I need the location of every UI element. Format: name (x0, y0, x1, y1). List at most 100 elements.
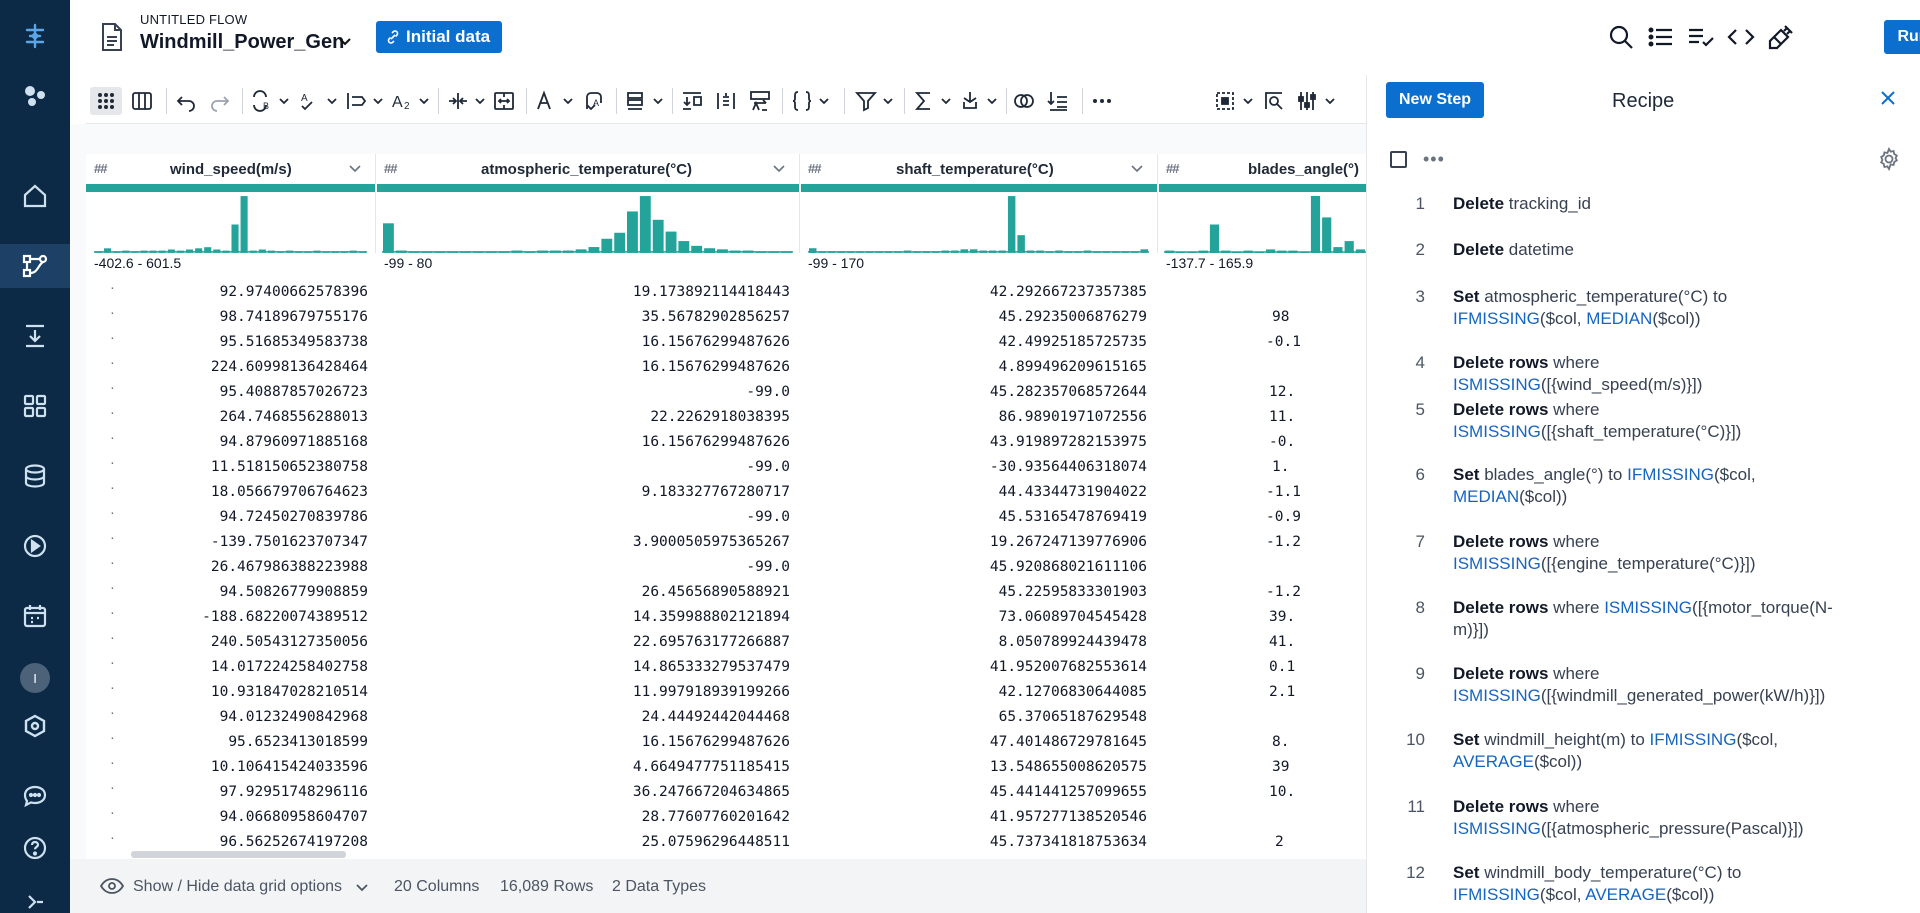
table-cell[interactable]: 19.267247139776906 (800, 534, 1147, 550)
histogram-bar[interactable] (1310, 196, 1321, 253)
histogram-bar[interactable] (827, 251, 836, 253)
chevron-down-icon[interactable] (771, 160, 787, 176)
column-header-wind-speed[interactable]: ## wind_speed(m/s) (86, 154, 376, 184)
histogram-bar[interactable] (1102, 251, 1111, 253)
unpivot-icon[interactable] (714, 87, 738, 115)
undo-icon[interactable] (174, 87, 198, 115)
histogram-bar[interactable] (865, 251, 874, 253)
column-header-shaft-temperature[interactable]: ## shaft_temperature(°C) (800, 154, 1158, 184)
table-cell[interactable]: 95.6523413018599 (86, 734, 368, 750)
histogram-bar[interactable] (941, 250, 950, 253)
table-cell[interactable]: 0.1 (1269, 659, 1349, 675)
table-row[interactable]: · 18.056679706764623 9.183327767280717 44.4… (86, 480, 1366, 505)
chevron-down-icon[interactable] (1129, 160, 1145, 176)
histogram-bar[interactable] (549, 250, 561, 253)
chevron-down-icon[interactable] (347, 160, 363, 176)
histogram-bar[interactable] (1112, 251, 1120, 253)
avatar[interactable]: I (20, 663, 50, 693)
table-cell[interactable]: 11.518150652380758 (86, 459, 368, 475)
histogram-bar[interactable] (652, 219, 664, 253)
table-row[interactable]: · 94.72450270839786 -99.0 45.53165478769419… (86, 505, 1366, 530)
histogram[interactable] (86, 192, 376, 253)
table-cell[interactable]: 18.056679706764623 (86, 484, 368, 500)
histogram-bar[interactable] (1187, 251, 1197, 254)
histogram-bar[interactable] (894, 251, 902, 253)
table-row[interactable]: · 10.931847028210514 11.997918939199266 42.… (86, 680, 1366, 705)
table-cell[interactable]: 45.53165478769419 (800, 509, 1147, 525)
table-row[interactable]: · 94.06680958604707 28.77607760201642 41.95… (86, 805, 1366, 830)
table-cell[interactable]: 10.931847028210514 (86, 684, 368, 700)
histogram-bar[interactable] (524, 251, 536, 253)
table-row[interactable]: · 98.74189679755176 35.56782902856257 45.29… (86, 305, 1366, 330)
histogram-bar[interactable] (408, 251, 420, 253)
histogram-bar[interactable] (1017, 235, 1025, 253)
table-cell[interactable]: 10.106415424033596 (86, 759, 368, 775)
text-case-icon[interactable]: A2 (390, 87, 430, 115)
lookup-icon[interactable] (1046, 87, 1070, 115)
histogram-bar[interactable] (122, 250, 130, 253)
histogram-bar[interactable] (970, 249, 978, 253)
split-column-icon[interactable] (446, 87, 486, 115)
histogram-bar[interactable] (340, 251, 348, 253)
histogram-bar[interactable] (716, 249, 728, 253)
histogram-bar[interactable] (1232, 251, 1242, 254)
logo-icon[interactable] (0, 14, 70, 58)
aggregate-rows-icon[interactable] (624, 87, 664, 115)
chevron-down-icon[interactable] (336, 33, 354, 51)
histogram-bar[interactable] (104, 248, 112, 253)
union-icon[interactable] (1012, 87, 1036, 115)
table-cell[interactable]: 4.899496209615165 (800, 359, 1147, 375)
histogram-bar[interactable] (231, 224, 239, 253)
table-cell[interactable]: 39. (1269, 609, 1349, 625)
histogram-bar[interactable] (588, 247, 600, 253)
run-button[interactable]: Run (1884, 20, 1920, 54)
table-cell[interactable]: 45.29235006876279 (800, 309, 1147, 325)
table-row[interactable]: · 224.60998136428464 16.15676299487626 4.89… (86, 355, 1366, 380)
histogram-bar[interactable] (704, 248, 715, 253)
table-cell[interactable]: 95.51685349583738 (86, 334, 368, 350)
table-cell[interactable]: 9.183327767280717 (376, 484, 790, 500)
table-cell[interactable]: 94.06680958604707 (86, 809, 368, 825)
histogram-bar[interactable] (808, 248, 817, 253)
table-row[interactable]: · 14.017224258402758 14.865333279537479 41.… (86, 655, 1366, 680)
gear-icon[interactable] (1877, 147, 1901, 171)
histogram[interactable] (800, 192, 1158, 253)
histogram-bar[interactable] (691, 245, 703, 253)
histogram-bar[interactable] (1299, 251, 1309, 254)
histogram-bar[interactable] (286, 250, 294, 253)
table-cell[interactable]: 45.22595833301903 (800, 584, 1147, 600)
histogram-bar[interactable] (1121, 251, 1130, 253)
histogram-bar[interactable] (922, 251, 931, 253)
histogram-bar[interactable] (1165, 250, 1175, 253)
table-cell[interactable]: -188.68220074389512 (86, 609, 368, 625)
table-cell[interactable]: 96.56252674197208 (86, 834, 368, 850)
histogram-bar[interactable] (575, 249, 587, 253)
histogram-bar[interactable] (1344, 241, 1354, 253)
table-cell[interactable]: 16.15676299487626 (376, 359, 790, 375)
horizontal-scrollbar[interactable] (131, 851, 346, 858)
table-cell[interactable]: 86.98901971072556 (800, 409, 1147, 425)
table-row[interactable]: · 240.50543127350056 22.695763177266887 8.0… (86, 630, 1366, 655)
histogram-bar[interactable] (951, 250, 959, 253)
table-cell[interactable]: 2.1 (1269, 684, 1349, 700)
table-cell[interactable]: 45.282357068572644 (800, 384, 1147, 400)
histogram-bar[interactable] (665, 231, 677, 253)
histogram-bar[interactable] (1254, 251, 1264, 254)
table-cell[interactable]: 94.72450270839786 (86, 509, 368, 525)
schedule-icon[interactable] (0, 594, 70, 638)
histogram-bar[interactable] (1036, 250, 1044, 253)
table-cell[interactable]: 47.401486729781645 (800, 734, 1147, 750)
table-cell[interactable]: 42.292667237357385 (800, 284, 1147, 300)
histogram-bar[interactable] (267, 250, 275, 253)
table-cell[interactable]: -30.93564406318074 (800, 459, 1147, 475)
initial-data-button[interactable]: Initial data (376, 21, 503, 53)
table-cell[interactable]: -99.0 (376, 384, 790, 400)
table-cell[interactable]: 39 (1272, 759, 1352, 775)
histogram-bar[interactable] (304, 251, 312, 253)
histogram[interactable] (376, 192, 800, 253)
home-icon[interactable] (0, 174, 70, 218)
histogram-bar[interactable] (903, 250, 912, 253)
histogram-bar[interactable] (395, 250, 407, 253)
table-cell[interactable]: 98 (1272, 309, 1352, 325)
table-cell[interactable]: 2 (1275, 834, 1355, 850)
